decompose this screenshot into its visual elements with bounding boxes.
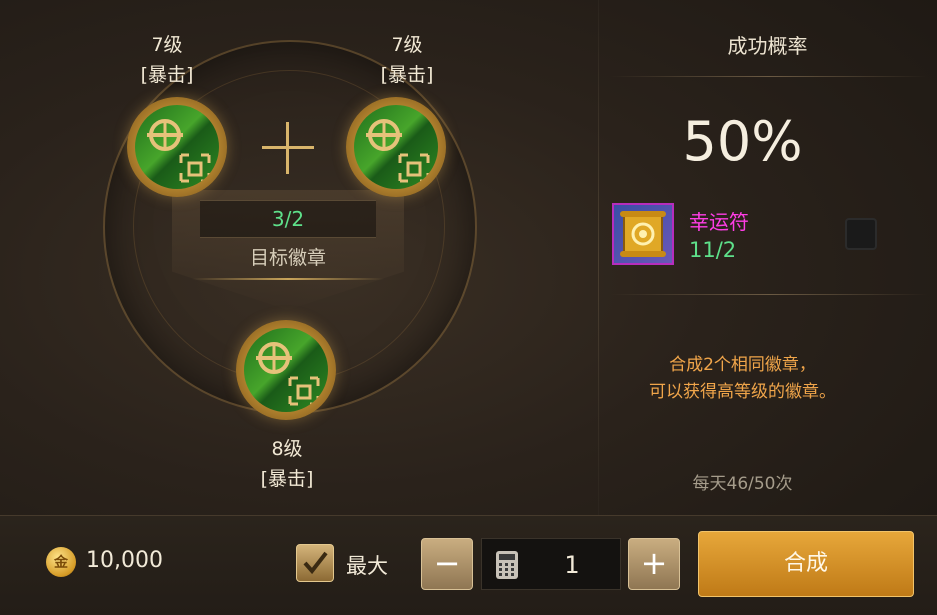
gold-amount: 10,000 (86, 548, 163, 573)
calculator-icon[interactable] (496, 551, 518, 579)
max-label: 最大 (346, 554, 388, 578)
quantity-value: 1 (564, 551, 580, 579)
shield-divider (192, 278, 384, 280)
luck-charm-name: 幸运符 (689, 210, 749, 234)
result-badge-type: [暴击] (260, 468, 314, 490)
result-badge-crit-icon[interactable] (236, 320, 336, 420)
source-badge-2-level: 7级 (391, 34, 423, 56)
source-badge-2-crit-icon[interactable] (346, 97, 446, 197)
luck-charm-count: 11/2 (689, 238, 737, 262)
luck-charm-checkbox[interactable] (845, 218, 877, 250)
synthesize-button[interactable]: 合成 (698, 531, 914, 597)
success-rate-value: 50% (682, 110, 803, 173)
decrease-button[interactable]: − (421, 538, 473, 590)
description-line-1: 合成2个相同徽章， (669, 355, 816, 375)
plus-icon (262, 122, 314, 174)
source-badge-1-crit-icon[interactable] (127, 97, 227, 197)
luck-charm-scroll-icon[interactable] (612, 203, 674, 265)
synthesis-description: 合成2个相同徽章， 可以获得高等级的徽章。 (598, 352, 887, 406)
max-checkbox[interactable] (296, 544, 334, 582)
description-line-2: 可以获得高等级的徽章。 (649, 382, 836, 402)
gold-coin-icon: 金 (46, 547, 76, 577)
charm-divider (610, 294, 928, 295)
badge-count: 3/2 (200, 200, 376, 238)
gold-coin-glyph: 金 (54, 555, 68, 571)
result-badge-level: 8级 (271, 438, 303, 460)
source-badge-2-type: [暴击] (380, 64, 434, 86)
target-badge-label: 目标徽章 (249, 247, 326, 269)
quantity-field[interactable]: 1 (481, 538, 621, 590)
title-divider (610, 76, 928, 77)
daily-limit: 每天46/50次 (692, 474, 793, 494)
success-rate-title: 成功概率 (727, 34, 808, 58)
source-badge-1-type: [暴击] (140, 64, 194, 86)
increase-button[interactable]: + (628, 538, 680, 590)
panel-divider (598, 0, 599, 515)
source-badge-1-level: 7级 (151, 34, 183, 56)
